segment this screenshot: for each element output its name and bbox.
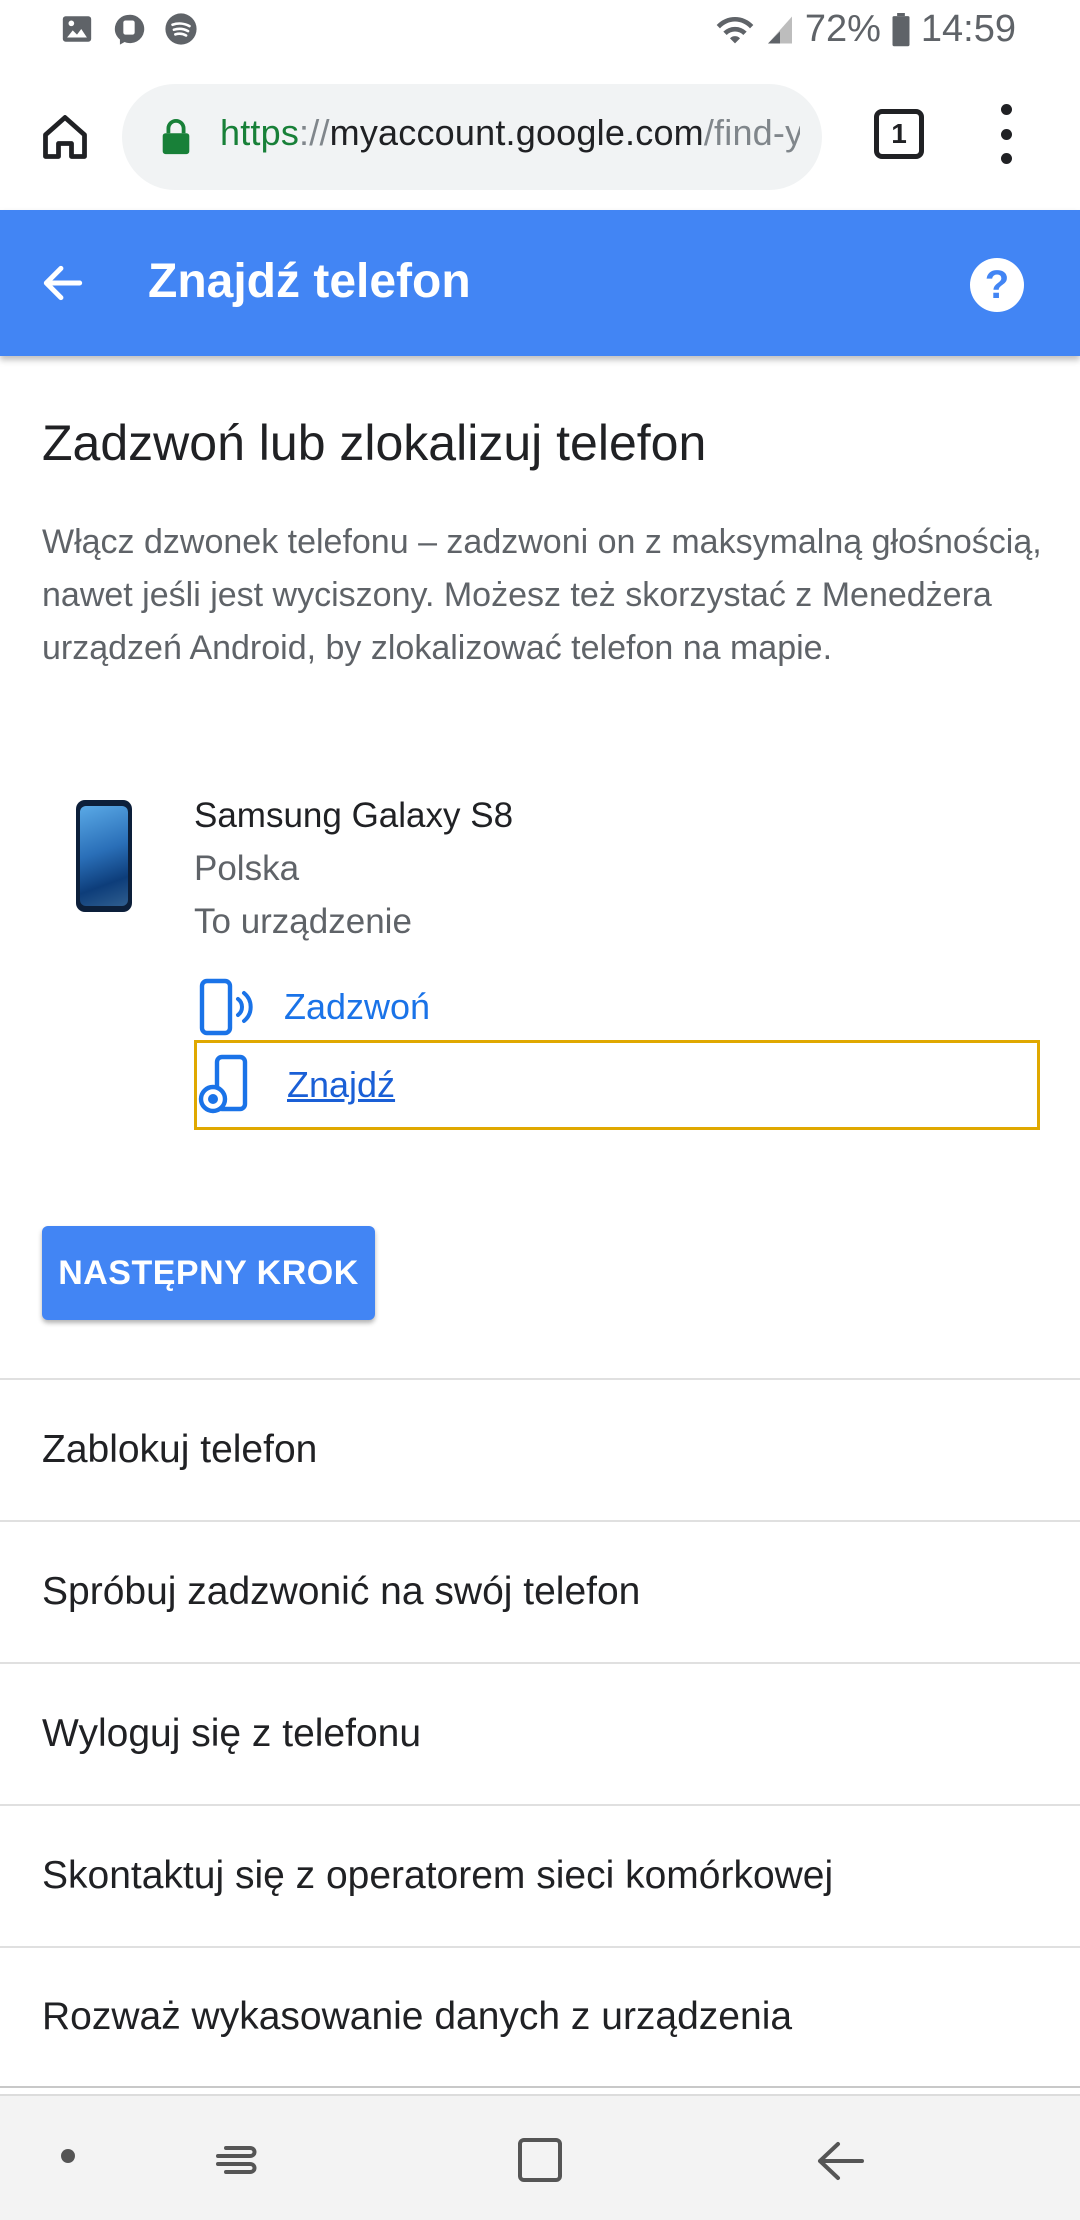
menu-dot-icon [1000,104,1012,115]
phone-locate-icon [198,1054,248,1114]
find-phone-label: Znajdź [287,1064,396,1105]
system-navigation-bar [0,2094,1080,2220]
clock: 14:59 [920,8,1016,50]
tab-switcher-button[interactable]: 1 [874,109,924,159]
url-text[interactable]: https://myaccount.google.com/find-yo [220,112,800,154]
device-name: Samsung Galaxy S8 [194,796,514,835]
device-country: Polska [194,849,300,888]
list-item-lock-phone[interactable]: Zablokuj telefon [0,1378,1080,1520]
phone-ring-icon [199,978,253,1036]
dot-indicator-icon [61,2149,75,2163]
battery-icon [892,12,910,46]
back-nav-icon[interactable] [810,2136,870,2186]
menu-dot-icon [1000,153,1012,164]
list-item-call-phone[interactable]: Spróbuj zadzwonić na swój telefon [0,1520,1080,1662]
home-icon [43,115,87,159]
address-bar[interactable]: https://myaccount.google.com/find-yo [122,84,822,190]
find-phone-link[interactable]: Znajdź [194,1040,1040,1130]
ring-phone-label: Zadzwoń [284,986,431,1027]
next-step-button[interactable]: NASTĘPNY KROK [42,1226,375,1320]
home-button[interactable] [30,102,100,172]
signal-icon [767,16,792,43]
wifi-icon [716,16,754,43]
status-bar: 72% 14:59 [0,0,1080,64]
device-status: To urządzenie [194,902,412,941]
home-nav-icon[interactable] [510,2136,570,2186]
page-title: Znajdź telefon [148,255,471,308]
battery-percent: 72% [804,8,881,50]
list-item-sign-out[interactable]: Wyloguj się z telefonu [0,1662,1080,1804]
messenger-icon [114,14,145,45]
url-path: /find-yo [703,112,800,153]
list-item-erase-data[interactable]: Rozważ wykasowanie danych z urządzenia [0,1946,1080,2088]
gallery-icon [62,16,92,42]
section-heading: Zadzwoń lub zlokalizuj telefon [42,415,707,471]
list-item-contact-carrier[interactable]: Skontaktuj się z operatorem sieci komórk… [0,1804,1080,1946]
back-arrow-icon[interactable] [38,258,88,308]
browser-toolbar: https://myaccount.google.com/find-yo 1 [0,64,1080,210]
lock-icon [162,119,190,155]
overflow-menu-button[interactable] [978,104,1034,164]
url-host: myaccount.google.com [329,112,704,153]
device-image [76,800,132,912]
section-description: Włącz dzwonek telefonu – zadzwoni on z m… [42,523,1042,667]
spotify-icon [165,13,197,45]
app-bar: Znajdź telefon ? [0,210,1080,356]
url-scheme: https [220,112,300,153]
url-separator: :// [299,112,330,153]
help-button[interactable]: ? [970,258,1024,312]
ring-phone-link[interactable]: Zadzwoń [194,962,1040,1052]
options-list: Zablokuj telefon Spróbuj zadzwonić na sw… [0,1378,1080,2088]
menu-dot-icon [1000,128,1012,140]
recent-apps-icon[interactable] [210,2136,270,2186]
